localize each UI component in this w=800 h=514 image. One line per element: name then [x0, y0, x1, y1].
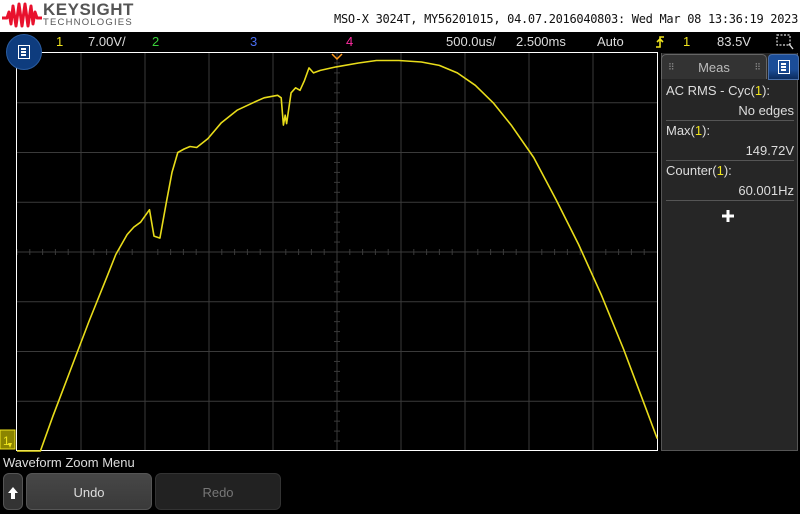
- meas-label-suffix: ):: [702, 123, 711, 138]
- horizontal-delay[interactable]: 2.500ms: [516, 34, 566, 49]
- divider: [666, 120, 794, 121]
- graticule: 1: [0, 52, 658, 452]
- meas-menu-button[interactable]: [768, 54, 799, 80]
- measurement-max[interactable]: Max(1): 149.72V: [666, 123, 794, 161]
- redo-button[interactable]: Redo: [155, 473, 281, 510]
- channel-4-label[interactable]: 4: [346, 34, 353, 49]
- tab-meas[interactable]: ⠿ Meas ⠿: [661, 54, 767, 79]
- main-menu-button[interactable]: [6, 34, 42, 70]
- status-bar: 1 7.00V/ 2 3 4 500.0us/ 2.500ms Auto 1 8…: [0, 32, 800, 52]
- measurement-ac-rms[interactable]: AC RMS - Cyc(1): No edges: [666, 83, 794, 121]
- channel-1-scale[interactable]: 7.00V/: [88, 34, 126, 49]
- measurement-counter[interactable]: Counter(1): 60.001Hz: [666, 163, 794, 201]
- back-button[interactable]: [3, 473, 23, 510]
- timebase-scale[interactable]: 500.0us/: [446, 34, 496, 49]
- channel-1-label[interactable]: 1: [56, 34, 63, 49]
- waveform-display[interactable]: 1: [0, 52, 660, 456]
- meas-tab-label: Meas: [698, 60, 730, 75]
- meas-channel: 1: [754, 83, 763, 98]
- divider: [666, 160, 794, 161]
- meas-value: No edges: [738, 103, 794, 118]
- grid-ticks: [16, 52, 645, 442]
- trigger-level[interactable]: 83.5V: [717, 34, 751, 49]
- channel-3-label[interactable]: 3: [250, 34, 257, 49]
- trigger-source[interactable]: 1: [683, 34, 690, 49]
- menu-icon: [18, 45, 30, 59]
- meas-channel: 1: [716, 163, 724, 178]
- trigger-mode[interactable]: Auto: [597, 34, 624, 49]
- header-bar: KEYSIGHT TECHNOLOGIES MSO-X 3024T, MY562…: [0, 0, 800, 32]
- zoom-box-icon[interactable]: [776, 34, 794, 50]
- drag-handle-icon[interactable]: ⠿: [754, 55, 761, 80]
- menu-icon: [778, 60, 790, 74]
- meas-label: Counter(: [666, 163, 717, 178]
- meas-label: Max(: [666, 123, 695, 138]
- meas-value: 149.72V: [745, 143, 794, 158]
- channel-2-label[interactable]: 2: [152, 34, 159, 49]
- meas-label: AC RMS - Cyc(: [666, 83, 755, 98]
- instrument-info: MSO-X 3024T, MY56201015, 04.07.201604080…: [334, 12, 798, 26]
- divider: [666, 200, 794, 201]
- up-arrow-icon: [8, 487, 18, 499]
- ground-marker-label: 1: [3, 434, 10, 448]
- meas-value: 60.001Hz: [738, 183, 794, 198]
- meas-label-suffix: ):: [762, 83, 771, 98]
- undo-button[interactable]: Undo: [26, 473, 152, 510]
- drag-handle-icon[interactable]: ⠿: [668, 55, 675, 80]
- softkey-menu-title: Waveform Zoom Menu: [3, 455, 135, 470]
- keysight-logo-icon: [2, 2, 42, 28]
- brand-subtitle: TECHNOLOGIES: [43, 17, 133, 28]
- meas-label-suffix: ):: [723, 163, 732, 178]
- rising-edge-icon[interactable]: [655, 35, 665, 49]
- ground-marker: 1: [0, 429, 16, 450]
- plus-icon[interactable]: [721, 209, 735, 223]
